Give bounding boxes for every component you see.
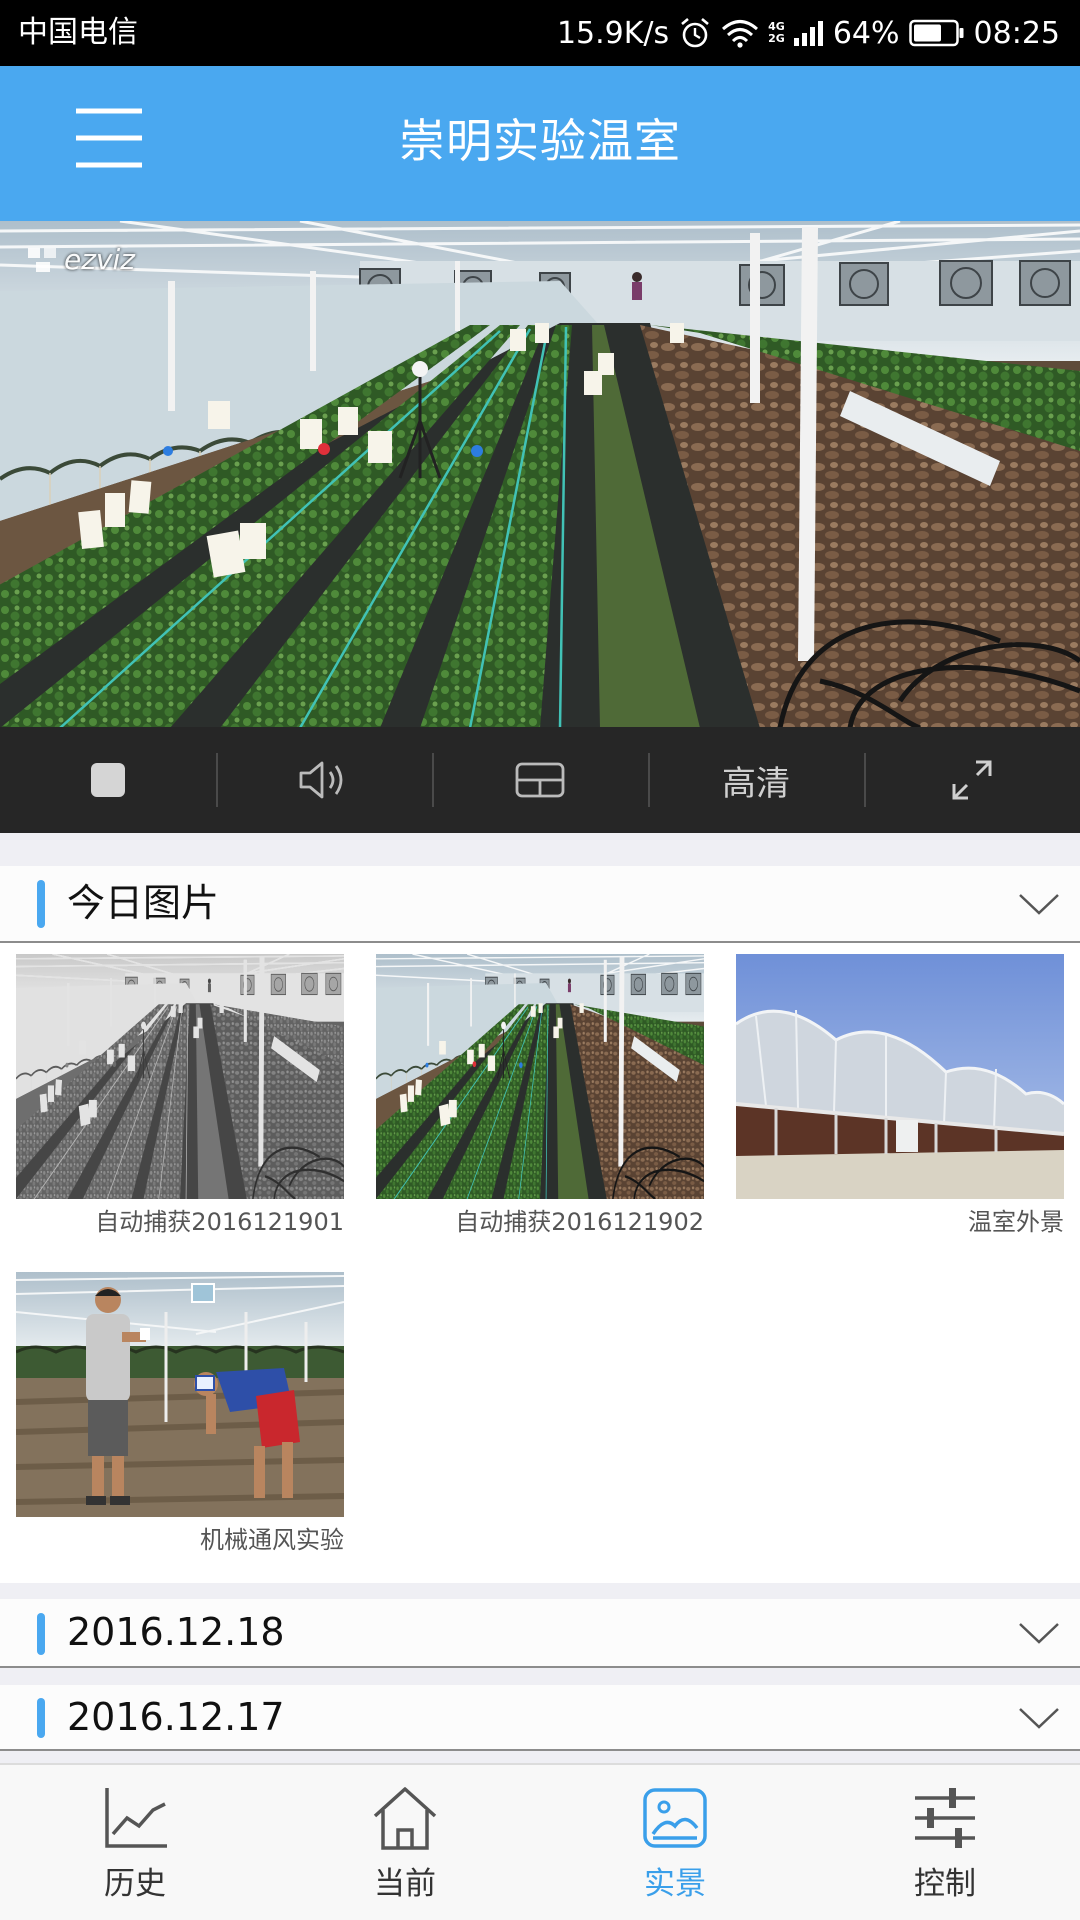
section-title: 今日图片 [67,881,220,925]
app-root: 中国电信 15.9K/s 4G 2G 64% 08:25 崇明实验温室 ezvi… [0,0,1080,1920]
status-indicators: 15.9K/s 4G 2G 64% 08:25 [557,0,1060,66]
history-chart-icon [105,1788,167,1848]
section-header-2016-12-18[interactable]: 2016.12.18 [0,1599,1080,1668]
nav-label: 历史 [104,1866,166,1902]
photo-item[interactable]: 自动捕获2016121901 [16,954,344,1254]
section-accent-bar [37,1613,45,1655]
home-icon [373,1787,437,1850]
battery-percent: 64% [832,15,900,51]
nav-item-history[interactable]: 历史 [0,1765,270,1920]
video-control-bar: 高清 [0,727,1080,833]
photo-thumbnail[interactable] [736,954,1064,1199]
battery-icon [908,19,964,47]
chevron-down-icon [1019,1623,1059,1644]
section-header-2016-12-17[interactable]: 2016.12.17 [0,1685,1080,1751]
photo-image [736,954,1064,1199]
network-type-2g: 2G [768,32,785,45]
nav-item-live-view[interactable]: 实景 [540,1765,810,1920]
bottom-navigation: 历史 当前 实景 控制 [0,1763,1080,1920]
photo-caption: 自动捕获2016121902 [455,1208,704,1236]
photo-thumbnail[interactable] [16,954,344,1199]
split-screen-icon [515,762,565,798]
network-speed: 15.9K/s [556,15,670,51]
photo-item[interactable]: 温室外景 [736,954,1064,1254]
clock: 08:25 [973,15,1060,51]
chevron-down-icon [1019,894,1059,915]
alarm-icon [681,18,709,48]
photo-caption: 机械通风实验 [200,1526,344,1554]
photo-grid: 自动捕获2016121901 自动捕获2016121902 温室外景 机械通风实… [0,943,1080,1583]
photo-thumbnail[interactable] [376,954,704,1199]
wifi-icon [722,20,759,48]
stop-icon [91,763,125,797]
split-screen-button[interactable] [432,727,648,833]
volume-icon [299,761,343,799]
photo-item[interactable]: 自动捕获2016121902 [376,954,704,1254]
quality-button[interactable]: 高清 [648,727,864,833]
nav-label: 控制 [914,1866,976,1902]
photo-caption: 温室外景 [968,1208,1064,1236]
photo-thumbnail[interactable] [16,1272,344,1517]
section-title: 2016.12.17 [67,1695,285,1739]
carrier-name: 中国电信 [18,15,138,50]
photo-image [376,954,704,1199]
section-accent-bar [37,880,45,928]
section-header-today[interactable]: 今日图片 [0,866,1080,943]
greenhouse-camera-feed [0,221,1080,727]
image-icon [643,1788,707,1848]
fullscreen-icon [952,760,992,800]
camera-watermark: ezviz [26,243,135,276]
volume-button[interactable] [216,727,432,833]
ezviz-logo-icon [28,247,56,272]
sliders-icon [915,1788,975,1848]
nav-label: 实景 [644,1866,706,1902]
signal-icon [793,21,823,46]
page-title: 崇明实验温室 [399,114,681,168]
network-type-labels: 4G 2G [768,21,785,45]
quality-label: 高清 [722,763,790,804]
status-bar: 中国电信 15.9K/s 4G 2G 64% 08:25 [0,0,1080,66]
app-header: 崇明实验温室 [0,66,1080,221]
stop-button[interactable] [0,727,216,833]
watermark-text: ezviz [64,243,135,276]
photo-image [16,1272,344,1517]
section-accent-bar [37,1698,45,1738]
live-video[interactable]: ezviz [0,221,1080,727]
photo-image [16,954,344,1199]
chevron-down-icon [1019,1708,1059,1729]
photo-caption: 自动捕获2016121901 [95,1208,344,1236]
fullscreen-button[interactable] [864,727,1080,833]
nav-item-current[interactable]: 当前 [270,1765,540,1920]
section-title: 2016.12.18 [67,1610,285,1654]
nav-item-control[interactable]: 控制 [810,1765,1080,1920]
photo-item[interactable]: 机械通风实验 [16,1272,344,1572]
nav-label: 当前 [374,1866,436,1902]
